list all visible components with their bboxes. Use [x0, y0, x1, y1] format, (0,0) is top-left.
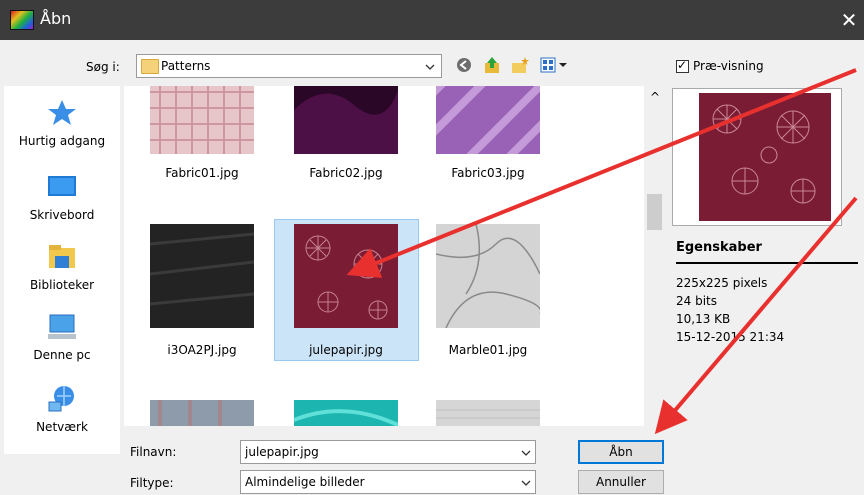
folder-icon [141, 59, 159, 74]
filetype-select[interactable]: Almindelige billeder [240, 470, 536, 494]
sidebar-item-libraries[interactable]: Biblioteker [4, 242, 120, 292]
file-name: julepapir.jpg [309, 343, 383, 357]
app-icon [10, 10, 34, 30]
file-name: Marble01.jpg [448, 343, 528, 357]
new-folder-icon[interactable] [510, 56, 530, 76]
sidebar-item-label: Hurtig adgang [18, 134, 106, 148]
file-thumbnail[interactable] [149, 224, 255, 328]
file-name: Fabric01.jpg [165, 166, 239, 180]
sidebar-item-quick-access[interactable]: Hurtig adgang [4, 98, 120, 148]
file-thumbnail[interactable] [435, 223, 542, 329]
preview-pane [672, 88, 842, 226]
chevron-down-icon [521, 480, 531, 486]
filetype-value: Almindelige billeder [245, 475, 365, 489]
filetype-label: Filtype: [130, 476, 174, 490]
preview-label: Præ-visning [693, 59, 764, 73]
property-dimensions: 225x225 pixels [676, 276, 768, 290]
filename-value: julepapir.jpg [245, 445, 319, 459]
sidebar-item-label: Biblioteker [29, 278, 95, 292]
cancel-button[interactable]: Annuller [578, 470, 664, 494]
sidebar-item-desktop[interactable]: Skrivebord [4, 172, 120, 222]
properties-divider [676, 262, 858, 264]
dialog-title: Åbn [40, 9, 72, 28]
property-date: 15-12-2015 21:34 [676, 330, 785, 344]
lookin-dropdown[interactable]: Patterns [136, 54, 442, 78]
sidebar-item-label: Skrivebord [29, 208, 95, 222]
filename-input[interactable]: julepapir.jpg [240, 440, 536, 464]
file-thumbnail[interactable] [413, 86, 579, 173]
file-name: i3OA2PJ.jpg [167, 343, 237, 357]
title-bar: Åbn ✕ [0, 0, 864, 40]
desktop-icon [47, 172, 77, 202]
open-dialog: Åbn ✕ Søg i: Patterns Hurtig adgang Skri… [0, 0, 864, 495]
places-sidebar: Hurtig adgang Skrivebord Biblioteker Den… [4, 86, 120, 454]
file-name: Fabric02.jpg [309, 166, 383, 180]
scrollbar-thumb[interactable] [647, 194, 662, 230]
views-menu-icon[interactable] [538, 56, 570, 76]
scroll-up-icon[interactable]: ^ [650, 90, 660, 104]
file-list: Fabric01.jpg Fabric02.jpg Fabric03.jpg i… [124, 86, 644, 426]
chevron-down-icon [521, 450, 531, 456]
properties-title: Egenskaber [676, 240, 762, 255]
file-name: Fabric03.jpg [451, 166, 525, 180]
file-thumbnail[interactable] [294, 86, 398, 154]
file-thumbnail[interactable] [293, 400, 399, 426]
close-icon[interactable]: ✕ [834, 8, 864, 32]
sidebar-item-label: Denne pc [33, 348, 91, 362]
computer-icon [47, 312, 77, 342]
star-icon [47, 98, 77, 128]
lookin-value: Patterns [161, 59, 211, 73]
sidebar-item-label: Netværk [36, 420, 88, 434]
chevron-down-icon [425, 64, 435, 70]
back-icon[interactable] [454, 56, 474, 76]
preview-image [699, 93, 831, 221]
file-thumbnail[interactable] [436, 400, 540, 426]
sidebar-item-this-pc[interactable]: Denne pc [4, 312, 120, 362]
preview-checkbox[interactable]: ✓ [676, 58, 689, 73]
filename-label: Filnavn: [130, 445, 177, 459]
file-thumbnail[interactable] [294, 224, 398, 328]
network-icon [47, 384, 77, 414]
library-icon [47, 242, 77, 272]
file-list-scrollbar[interactable]: ^ [644, 86, 666, 426]
open-button[interactable]: Åbn [578, 440, 664, 464]
check-icon: ✓ [677, 58, 688, 72]
up-folder-icon[interactable] [482, 56, 502, 76]
file-thumbnail[interactable] [150, 400, 254, 426]
sidebar-item-network[interactable]: Netværk [4, 384, 120, 434]
lookin-label: Søg i: [86, 60, 120, 74]
property-bitdepth: 24 bits [676, 294, 717, 308]
file-thumbnail[interactable] [150, 86, 254, 154]
property-filesize: 10,13 KB [676, 312, 731, 326]
